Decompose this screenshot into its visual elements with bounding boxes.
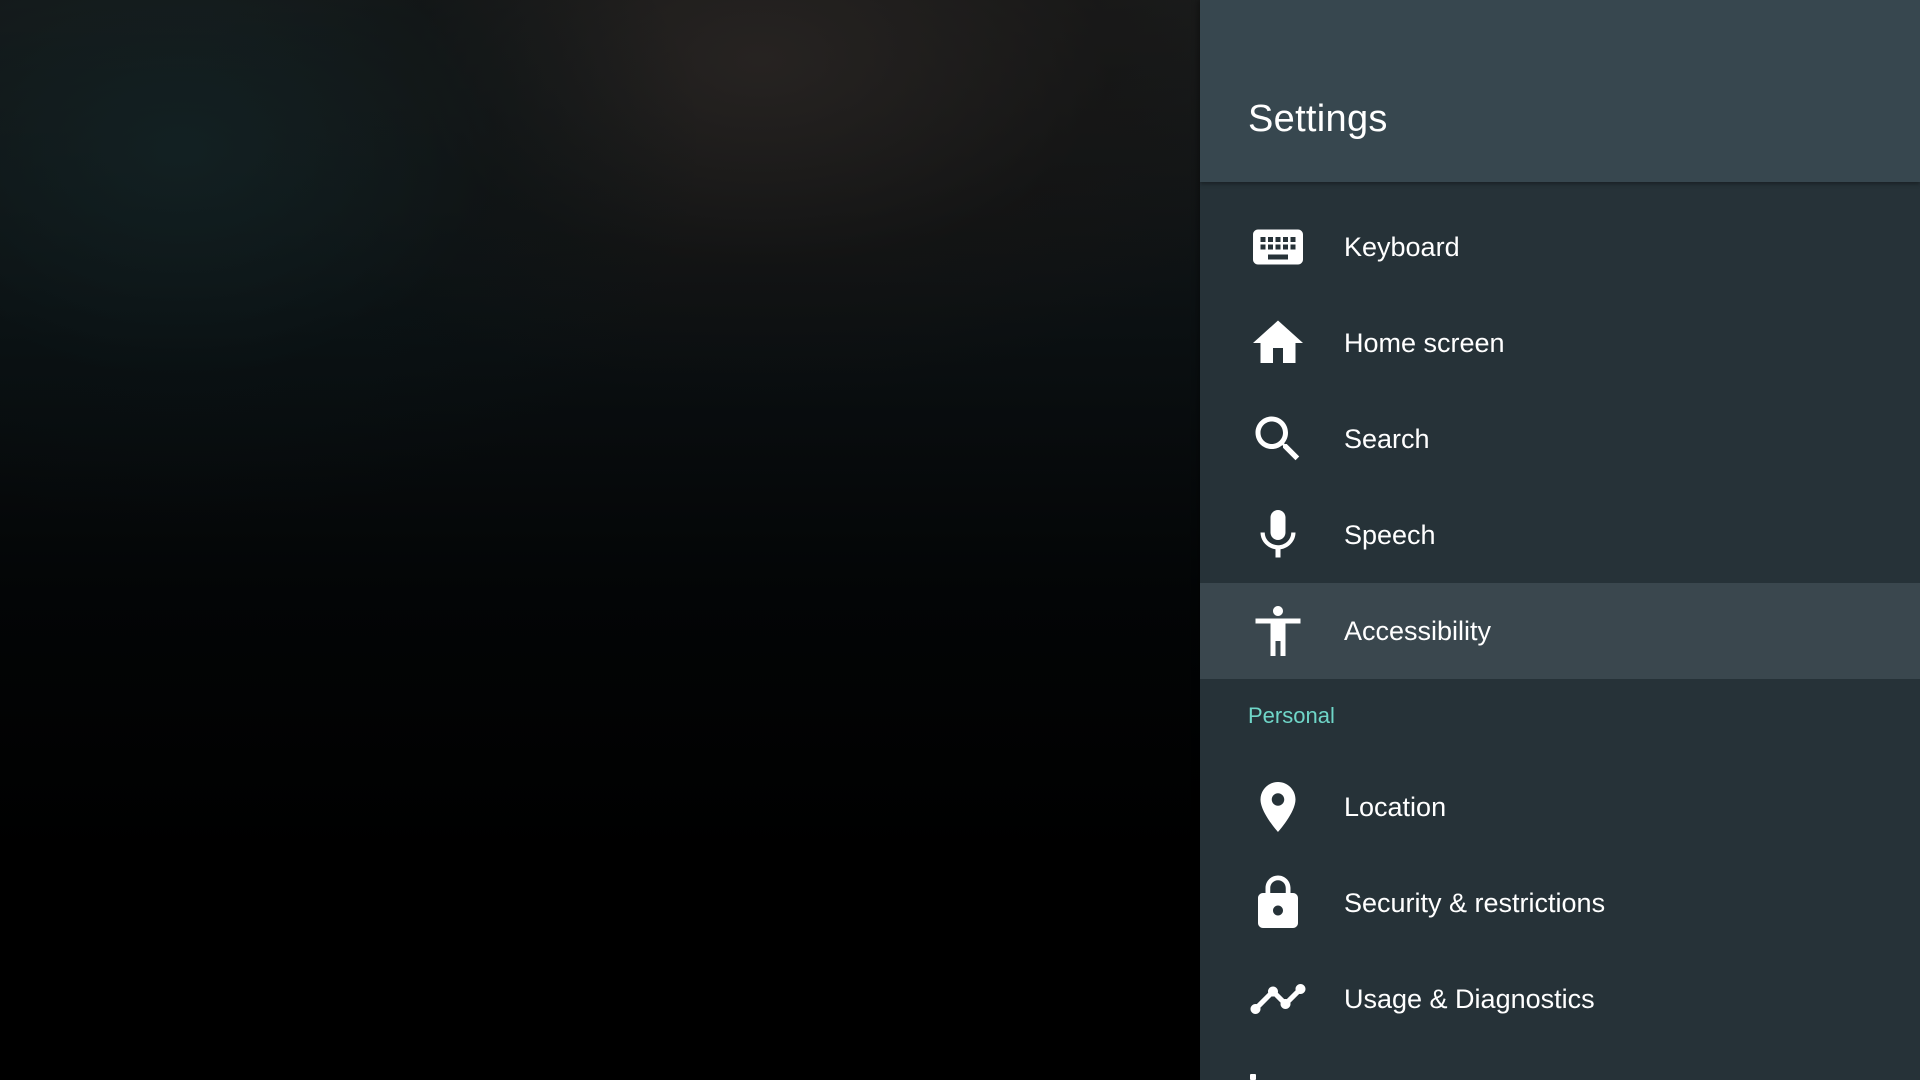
menu-item-location[interactable]: Location [1200,759,1920,855]
home-icon [1248,313,1308,373]
page-title: Settings [1248,98,1388,140]
location-pin-icon [1248,777,1308,837]
settings-list: Keyboard Home screen Search Speech Acces [1200,199,1920,1047]
microphone-icon [1248,505,1308,565]
section-header-label: Personal [1248,703,1335,728]
settings-panel: Settings Keyboard Home screen Search Spe… [1200,0,1920,1080]
menu-item-home-screen[interactable]: Home screen [1200,295,1920,391]
next-item-peek [1250,1074,1256,1080]
menu-item-label: Home screen [1344,328,1505,358]
menu-item-accessibility[interactable]: Accessibility [1200,583,1920,679]
background-wallpaper [0,0,1200,1080]
menu-item-label: Location [1344,792,1447,822]
settings-header: Settings [1200,0,1920,182]
menu-item-label: Search [1344,424,1430,454]
accessibility-icon [1248,601,1308,661]
menu-item-keyboard[interactable]: Keyboard [1200,199,1920,295]
lock-icon [1248,873,1308,933]
menu-item-label: Usage & Diagnostics [1344,984,1595,1014]
menu-item-speech[interactable]: Speech [1200,487,1920,583]
menu-item-usage-diagnostics[interactable]: Usage & Diagnostics [1200,951,1920,1047]
menu-item-search[interactable]: Search [1200,391,1920,487]
trending-line-icon [1248,969,1308,1029]
section-header-personal: Personal [1200,679,1920,759]
menu-item-security[interactable]: Security & restrictions [1200,855,1920,951]
menu-item-label: Security & restrictions [1344,888,1606,918]
menu-item-label: Speech [1344,520,1436,550]
menu-item-label: Accessibility [1344,616,1492,646]
keyboard-icon [1248,217,1308,277]
menu-item-label: Keyboard [1344,232,1460,262]
search-icon [1248,409,1308,469]
